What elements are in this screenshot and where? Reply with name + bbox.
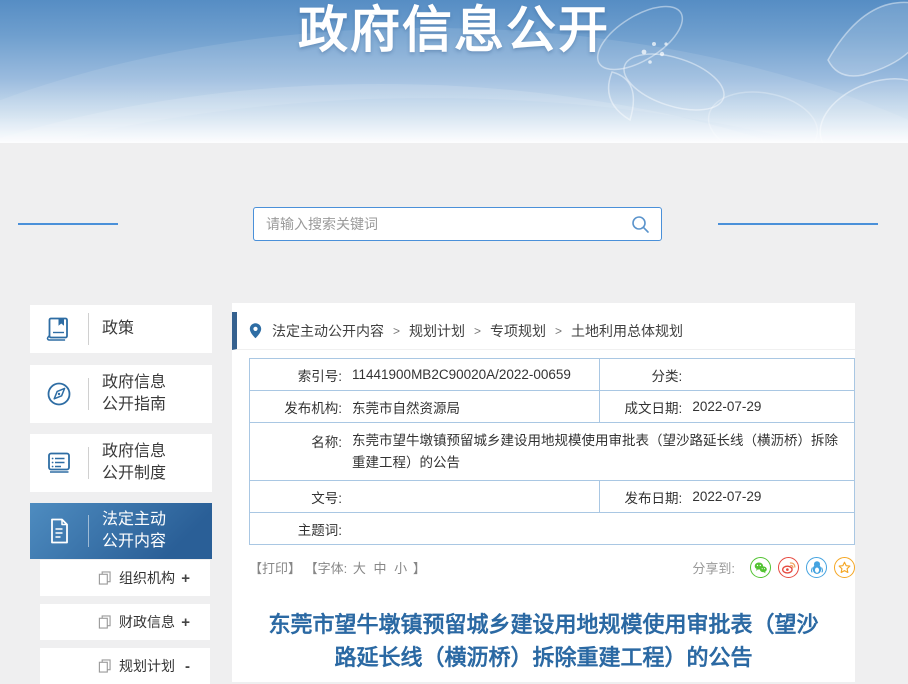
sidebar-subitem-label: 财政信息 (119, 612, 181, 632)
sidebar-item-label: 政策 (89, 318, 178, 340)
written-date-value: 2022-07-29 (692, 399, 761, 414)
table-row: 主题词: (250, 512, 854, 544)
sidebar-subitem-planning[interactable]: 规划计划 - (40, 648, 210, 684)
name-label: 名称: (250, 423, 342, 451)
expand-toggle[interactable]: + (181, 614, 190, 631)
pages-icon (98, 615, 111, 629)
document-icon (30, 516, 88, 546)
font-large-button[interactable]: 大 (353, 561, 366, 576)
search-box (253, 207, 662, 241)
breadcrumb-separator: > (474, 324, 481, 338)
publish-date-value: 2022-07-29 (692, 489, 761, 504)
print-button[interactable]: 【打印】 (249, 561, 301, 576)
breadcrumb-item[interactable]: 法定主动公开内容 (272, 321, 384, 341)
main-panel: 法定主动公开内容 > 规划计划 > 专项规划 > 土地利用总体规划 索引号: 1… (232, 303, 855, 682)
publisher-label: 发布机构: (250, 397, 342, 417)
breadcrumb-separator: > (393, 324, 400, 338)
location-pin-icon (249, 322, 262, 339)
table-row: 发布机构: 东莞市自然资源局 成文日期: 2022-07-29 (250, 390, 854, 422)
weibo-share-icon[interactable] (778, 557, 799, 578)
expand-toggle[interactable]: + (181, 570, 190, 587)
breadcrumb-separator: > (555, 324, 562, 338)
sidebar-subitem-label: 规划计划 (119, 656, 185, 676)
name-value: 东莞市望牛墩镇预留城乡建设用地规模使用审批表（望沙路延长线（横沥桥）拆除重建工程… (352, 423, 854, 480)
table-row: 文号: 发布日期: 2022-07-29 (250, 480, 854, 512)
publish-date-label: 发布日期: (600, 487, 682, 507)
sidebar-item-system[interactable]: 政府信息公开制度 (30, 434, 212, 492)
share-label: 分享到: (692, 558, 735, 577)
search-icon[interactable] (631, 215, 650, 234)
search-input[interactable] (254, 208, 661, 240)
document-info-table: 索引号: 11441900MB2C90020A/2022-00659 分类: 发… (249, 358, 855, 545)
book-icon (30, 314, 88, 344)
pages-icon (98, 659, 111, 673)
category-label: 分类: (600, 365, 682, 385)
rules-book-icon (30, 448, 88, 478)
toolbar: 【打印】 【字体: 大 中 小 】 分享到: (249, 550, 855, 584)
table-row: 名称: 东莞市望牛墩镇预留城乡建设用地规模使用审批表（望沙路延长线（横沥桥）拆除… (250, 422, 854, 480)
index-number-label: 索引号: (250, 365, 342, 385)
sidebar-item-legal-disclosure[interactable]: 法定主动公开内容 (30, 503, 212, 559)
sidebar-item-label: 法定主动公开内容 (89, 509, 178, 552)
compass-icon (30, 379, 88, 409)
breadcrumb-item[interactable]: 专项规划 (490, 321, 546, 341)
decorative-line-left (18, 223, 118, 225)
breadcrumb-item[interactable]: 土地利用总体规划 (571, 321, 683, 341)
doc-number-label: 文号: (250, 487, 342, 507)
breadcrumb: 法定主动公开内容 > 规划计划 > 专项规划 > 土地利用总体规划 (232, 312, 855, 350)
font-small-button[interactable]: 小 (394, 561, 407, 576)
qq-share-icon[interactable] (806, 557, 827, 578)
decorative-line-right (718, 223, 878, 225)
index-number-value: 11441900MB2C90020A/2022-00659 (352, 367, 571, 382)
pages-icon (98, 571, 111, 585)
publisher-value: 东莞市自然资源局 (352, 397, 460, 417)
font-medium-button[interactable]: 中 (374, 561, 387, 576)
table-row: 索引号: 11441900MB2C90020A/2022-00659 分类: (250, 359, 854, 390)
sidebar-subitem-label: 组织机构 (119, 568, 181, 588)
font-size-controls: 【字体: 大 中 小 】 (305, 561, 426, 576)
sidebar-subitem-organization[interactable]: 组织机构 + (40, 560, 210, 596)
subject-label: 主题词: (250, 519, 342, 539)
font-label: 【字体: (305, 561, 348, 576)
sidebar-subitem-finance[interactable]: 财政信息 + (40, 604, 210, 640)
collapse-toggle[interactable]: - (185, 658, 190, 675)
font-label-close: 】 (413, 561, 426, 576)
sidebar-item-label: 政府信息公开制度 (89, 441, 178, 484)
written-date-label: 成文日期: (600, 397, 682, 417)
sidebar-item-policy[interactable]: 政策 (30, 305, 212, 353)
favorite-star-icon[interactable] (834, 557, 855, 578)
banner: 政府信息公开 (0, 0, 908, 143)
article-title: 东莞市望牛墩镇预留城乡建设用地规模使用审批表（望沙路延长线（横沥桥）拆除重建工程… (232, 608, 855, 674)
sidebar-item-label: 政府信息公开指南 (89, 372, 178, 415)
breadcrumb-item[interactable]: 规划计划 (409, 321, 465, 341)
page-title: 政府信息公开 (0, 0, 908, 62)
wechat-share-icon[interactable] (750, 557, 771, 578)
sidebar-item-guide[interactable]: 政府信息公开指南 (30, 365, 212, 423)
